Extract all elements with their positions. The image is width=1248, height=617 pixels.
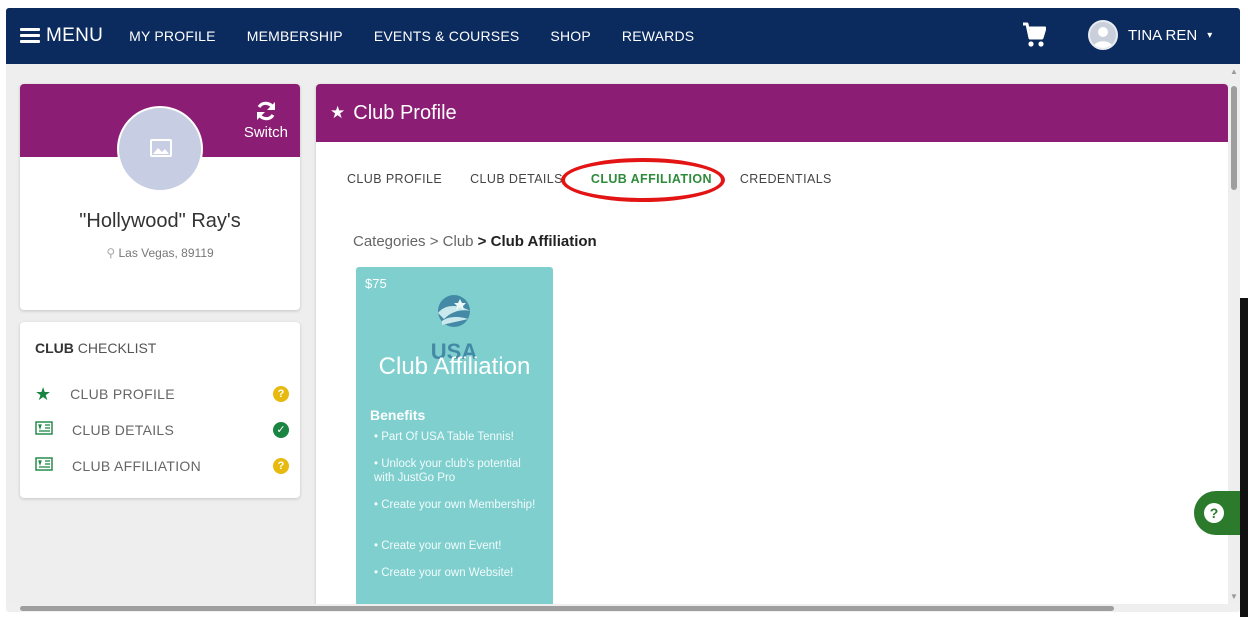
avatar — [1088, 20, 1118, 50]
benefit-item: • Create your own Membership! — [374, 499, 536, 511]
scroll-down-arrow-icon[interactable]: ▼ — [1230, 592, 1238, 601]
checklist-title: CLUB CHECKLIST — [35, 340, 157, 356]
help-button[interactable]: ? — [1194, 491, 1242, 535]
highlight-annotation — [561, 158, 725, 202]
tab-club-details[interactable]: CLUB DETAILS — [470, 172, 563, 186]
nav-link-my-profile[interactable]: MY PROFILE — [129, 28, 216, 44]
browser-viewport: MENU MY PROFILE MEMBERSHIP EVENTS & COUR… — [6, 8, 1240, 612]
id-card-icon — [35, 456, 53, 476]
club-checklist-card: CLUB CHECKLIST ★ CLUB PROFILE ? CLUB DET… — [20, 322, 300, 498]
check-circle-icon: ✓ — [273, 422, 289, 438]
club-location: ⚲ Las Vegas, 89119 — [20, 246, 300, 260]
checklist-item-label: CLUB PROFILE — [70, 386, 175, 402]
nav-link-events-courses[interactable]: EVENTS & COURSES — [374, 28, 520, 44]
user-menu[interactable]: TINA REN ▾ — [1088, 20, 1212, 50]
breadcrumb: Categories > Club > Club Affiliation — [353, 233, 597, 250]
panel-title: Club Profile — [353, 101, 457, 124]
hamburger-icon — [20, 28, 40, 44]
breadcrumb-current: Club Affiliation — [490, 233, 597, 250]
breadcrumb-categories[interactable]: Categories — [353, 233, 426, 250]
benefits-heading: Benefits — [370, 407, 426, 423]
switch-club-button[interactable]: Switch — [244, 100, 288, 141]
club-name: "Hollywood" Ray's — [79, 210, 241, 232]
help-icon: ? — [1204, 503, 1224, 523]
benefit-item: • Create your own Website! — [374, 567, 514, 579]
star-icon: ★ — [330, 103, 346, 122]
panel-header: ★ Club Profile — [316, 84, 1228, 142]
checklist-item-club-details[interactable]: CLUB DETAILS ✓ — [35, 420, 289, 440]
checklist-item-club-profile[interactable]: ★ CLUB PROFILE ? — [35, 384, 289, 404]
top-navigation-bar: MENU MY PROFILE MEMBERSHIP EVENTS & COUR… — [6, 8, 1240, 64]
club-affiliation-product-tile[interactable]: $75 USA Club Affiliation Benefits • Part… — [356, 267, 553, 612]
club-profile-panel: ★ Club Profile CLUB PROFILE CLUB DETAILS… — [316, 84, 1228, 612]
club-location-text: Las Vegas, 89119 — [118, 246, 214, 260]
menu-button[interactable]: MENU — [20, 25, 103, 47]
background-window-edge — [1240, 298, 1248, 617]
nav-links: MY PROFILE MEMBERSHIP EVENTS & COURSES S… — [129, 28, 725, 44]
breadcrumb-club[interactable]: Club — [443, 233, 474, 250]
benefit-item: • Unlock your club's potential with Just… — [374, 458, 521, 484]
switch-label: Switch — [243, 124, 288, 141]
id-card-icon — [35, 420, 53, 440]
checklist-item-label: CLUB AFFILIATION — [72, 458, 202, 474]
nav-link-shop[interactable]: SHOP — [550, 28, 590, 44]
scrollbar-thumb[interactable] — [1231, 86, 1237, 190]
shopping-cart-icon[interactable] — [1022, 22, 1047, 48]
tile-title: Club Affiliation — [378, 353, 531, 380]
nav-link-membership[interactable]: MEMBERSHIP — [247, 28, 343, 44]
checklist-item-label: CLUB DETAILS — [72, 422, 175, 438]
scroll-up-arrow-icon[interactable]: ▲ — [1230, 67, 1238, 76]
question-icon: ? — [273, 386, 289, 402]
refresh-icon — [256, 101, 275, 121]
price-label: $75 — [365, 276, 387, 291]
nav-link-rewards[interactable]: REWARDS — [622, 28, 694, 44]
checklist-item-club-affiliation[interactable]: CLUB AFFILIATION ? — [35, 456, 289, 476]
benefit-item: • Create your own Event! — [374, 540, 502, 552]
menu-label: MENU — [46, 25, 104, 46]
star-icon: ★ — [35, 384, 52, 404]
horizontal-scrollbar[interactable] — [6, 604, 1240, 612]
benefit-item: • Part Of USA Table Tennis! — [374, 431, 514, 443]
location-pin-icon: ⚲ — [106, 246, 116, 260]
scrollbar-thumb[interactable] — [20, 606, 1114, 611]
user-name: TINA REN — [1128, 26, 1198, 44]
tab-club-profile[interactable]: CLUB PROFILE — [347, 172, 442, 186]
image-icon — [150, 139, 172, 157]
tab-credentials[interactable]: CREDENTIALS — [740, 172, 832, 186]
club-image-placeholder[interactable] — [117, 106, 203, 192]
question-icon: ? — [273, 458, 289, 474]
chevron-down-icon: ▾ — [1207, 29, 1213, 41]
club-profile-card: Switch "Hollywood" Ray's ⚲ Las Vegas, 89… — [20, 84, 300, 310]
